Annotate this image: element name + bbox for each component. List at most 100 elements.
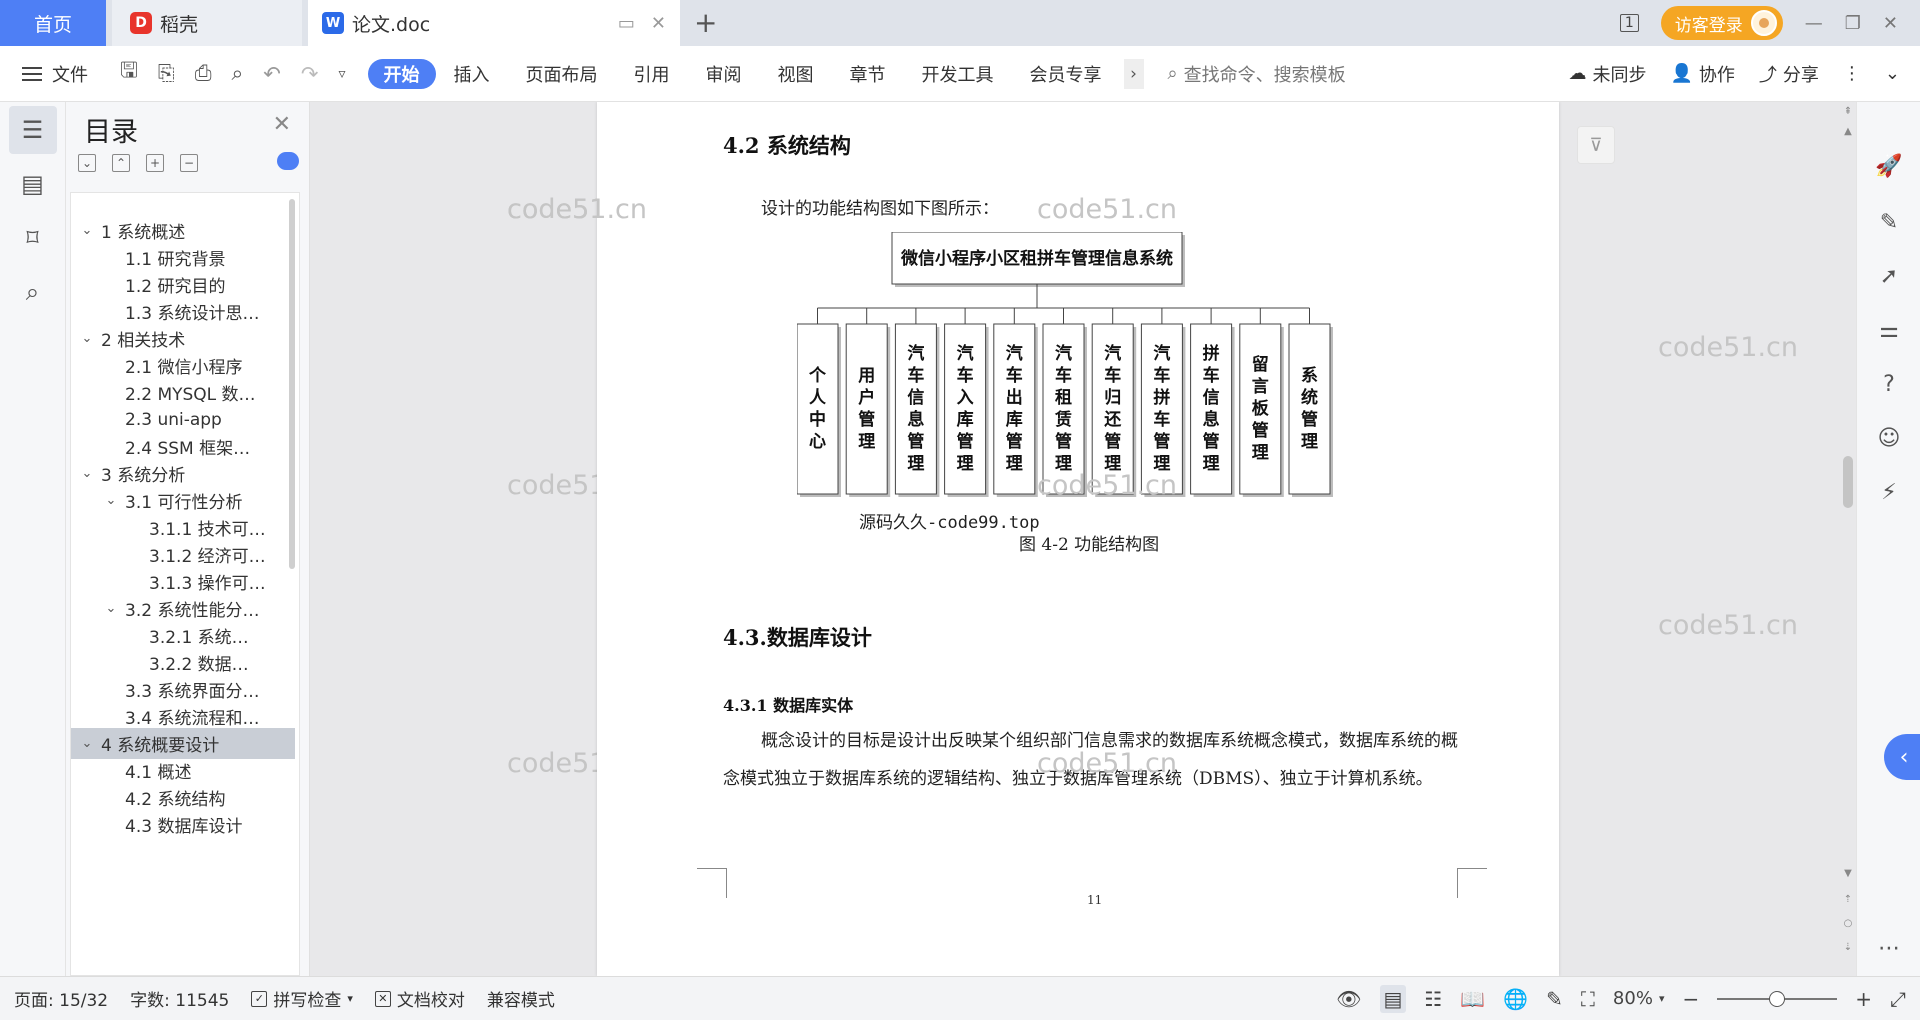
proofread-button[interactable]: ✕ 文档校对 bbox=[374, 986, 465, 1011]
visitor-login-button[interactable]: 访客登录 bbox=[1660, 6, 1783, 40]
collapse-ribbon-icon[interactable]: ⌄ bbox=[1885, 63, 1900, 84]
scroll-top-icon[interactable]: ⇞ bbox=[1842, 106, 1854, 117]
watermark: code51.cn bbox=[1037, 194, 1178, 225]
tab-daoke[interactable]: D 稻壳 bbox=[112, 0, 302, 46]
float-window-icon[interactable]: ▭ bbox=[618, 13, 635, 34]
ribbon-tab-start[interactable]: 开始 bbox=[367, 58, 436, 89]
scroll-down-icon[interactable]: ▼ bbox=[1842, 868, 1854, 879]
chevron-down-icon[interactable]: ⌄ bbox=[103, 601, 119, 616]
undo-icon[interactable]: ↶ bbox=[263, 62, 281, 86]
find-icon[interactable]: ⌕ bbox=[9, 268, 57, 316]
page-counter[interactable]: 页面: 15/32 bbox=[14, 986, 108, 1011]
toc-item-label: 3.2 系统性能分… bbox=[125, 601, 260, 621]
toc-panel-icon[interactable]: ☰ bbox=[8, 106, 57, 154]
zoom-slider-knob[interactable] bbox=[1769, 990, 1786, 1007]
ribbon-tab-member[interactable]: 会员专享 bbox=[1012, 61, 1120, 87]
print-icon[interactable]: ⎙ bbox=[195, 61, 212, 86]
rocket-icon[interactable]: 🚀 bbox=[1869, 146, 1909, 186]
ribbon-more-icon[interactable]: › bbox=[1123, 58, 1144, 89]
page-filter-icon[interactable]: ⊽ bbox=[1577, 126, 1615, 164]
zoom-slider[interactable] bbox=[1717, 990, 1838, 1007]
chapter-nav-icon[interactable]: ▤ bbox=[9, 160, 57, 208]
more-options-icon[interactable]: ⋮ bbox=[1843, 63, 1861, 84]
toc-item-label: 1 系统概述 bbox=[101, 223, 186, 243]
file-menu-label: 文件 bbox=[52, 64, 88, 86]
chevron-down-icon[interactable]: ⌄ bbox=[79, 466, 95, 481]
toc-item-label: 2.2 MYSQL 数… bbox=[125, 385, 256, 405]
chevron-down-icon[interactable]: ⌄ bbox=[103, 493, 119, 508]
pen-icon[interactable]: ✎ bbox=[1869, 202, 1909, 242]
outline-view-icon[interactable]: ☷ bbox=[1424, 987, 1442, 1011]
more-tools-icon[interactable]: ⋯ bbox=[1869, 928, 1909, 968]
avatar bbox=[1750, 10, 1777, 36]
dropdown-icon: ▾ bbox=[1658, 992, 1665, 1005]
bookmark-icon[interactable]: ⌑ bbox=[9, 214, 57, 262]
select-cursor-icon[interactable]: ➚ bbox=[1869, 256, 1909, 296]
document-scrollbar[interactable]: ⇞ ▲ ▼ ⇡ ○ ⇣ bbox=[1840, 102, 1856, 976]
diagram-root-label: 微信小程序小区租拼车管理信息系统 bbox=[900, 248, 1173, 269]
ribbon-tab-chapter[interactable]: 章节 bbox=[832, 61, 904, 87]
eye-protection-icon[interactable]: 👁 bbox=[1336, 987, 1361, 1011]
close-window-icon[interactable]: ✕ bbox=[1883, 13, 1898, 34]
close-toc-icon[interactable]: ✕ bbox=[273, 112, 291, 137]
ribbon-tab-view[interactable]: 视图 bbox=[760, 61, 832, 87]
fit-page-icon[interactable]: ⛶ bbox=[1581, 987, 1595, 1011]
prev-page-icon[interactable]: ⇡ bbox=[1842, 894, 1854, 905]
customize-toolbar-icon[interactable]: ▿ bbox=[339, 66, 346, 82]
toc-item-label: 2.1 微信小程序 bbox=[125, 358, 243, 378]
print-preview-icon[interactable]: ⌕ bbox=[232, 61, 244, 86]
tab-document[interactable]: W 论文.doc ▭ ✕ bbox=[308, 0, 680, 46]
writing-mode-icon[interactable]: ✎ bbox=[1546, 987, 1563, 1011]
ai-assistant-icon[interactable]: ☺ bbox=[1869, 418, 1909, 458]
energy-icon[interactable]: ⚡ bbox=[1869, 472, 1909, 512]
save-icon[interactable]: 🖫 bbox=[120, 56, 138, 91]
restore-icon[interactable]: ❐ bbox=[1845, 13, 1861, 34]
ribbon-tab-page-layout[interactable]: 页面布局 bbox=[508, 61, 616, 87]
document-page[interactable]: 4.2 系统结构 设计的功能结构图如下图所示： 微信小程序小区租拼车管理信息系统… bbox=[507, 102, 1559, 976]
close-tab-icon[interactable]: ✕ bbox=[651, 13, 666, 34]
new-tab-button[interactable]: + bbox=[694, 6, 717, 39]
page-view-icon[interactable]: ▤ bbox=[1379, 984, 1407, 1013]
fullscreen-icon[interactable]: ⤢ bbox=[1890, 987, 1906, 1011]
next-page-icon[interactable]: ⇣ bbox=[1842, 942, 1854, 953]
toc-item[interactable]: 4.3 数据库设计 bbox=[71, 809, 295, 840]
add-heading-icon[interactable]: + bbox=[146, 154, 164, 172]
redo-icon[interactable]: ↷ bbox=[301, 62, 319, 86]
collapse-all-icon[interactable]: ⌃ bbox=[112, 154, 130, 172]
help-icon[interactable]: ? bbox=[1869, 364, 1909, 404]
ribbon-tab-review[interactable]: 审阅 bbox=[688, 61, 760, 87]
toc-item-label: 2.4 SSM 框架… bbox=[125, 439, 251, 459]
expand-all-icon[interactable]: ⌄ bbox=[78, 154, 96, 172]
page-layout-indicator-icon[interactable]: 1 bbox=[1619, 14, 1639, 32]
zoom-in-icon[interactable]: + bbox=[1855, 987, 1872, 1011]
sliders-icon[interactable]: ⚌ bbox=[1869, 310, 1909, 350]
zoom-select[interactable]: 80% ▾ bbox=[1613, 988, 1665, 1009]
scroll-up-icon[interactable]: ▲ bbox=[1842, 126, 1854, 137]
chevron-down-icon[interactable]: ⌄ bbox=[79, 736, 95, 751]
remove-heading-icon[interactable]: − bbox=[180, 154, 198, 172]
spellcheck-button[interactable]: ✓ 拼写检查 ▾ bbox=[251, 986, 353, 1011]
reading-view-icon[interactable]: 📖 bbox=[1460, 987, 1485, 1011]
collaborate-button[interactable]: 👤 协作 bbox=[1670, 61, 1734, 87]
page-select-icon[interactable]: ○ bbox=[1842, 918, 1854, 929]
export-icon[interactable]: ⎘ bbox=[158, 61, 175, 86]
sync-status-button[interactable]: ☁ 未同步 bbox=[1568, 61, 1646, 87]
ribbon-tabs: 开始 插入 页面布局 引用 审阅 视图 章节 开发工具 会员专享 › bbox=[367, 58, 1144, 89]
minimize-icon[interactable]: — bbox=[1805, 13, 1823, 34]
web-view-icon[interactable]: 🌐 bbox=[1503, 987, 1528, 1011]
word-count[interactable]: 字数: 11545 bbox=[130, 986, 229, 1011]
toc-scrollbar[interactable] bbox=[289, 199, 295, 569]
ribbon-tab-developer[interactable]: 开发工具 bbox=[904, 61, 1012, 87]
ribbon-tab-references[interactable]: 引用 bbox=[616, 61, 688, 87]
command-search-input[interactable]: ⌕ 查找命令、搜索模板 bbox=[1168, 61, 1346, 87]
ribbon-tab-insert[interactable]: 插入 bbox=[436, 61, 508, 87]
scroll-thumb[interactable] bbox=[1843, 456, 1853, 508]
tab-home[interactable]: 首页 bbox=[0, 0, 106, 46]
share-button[interactable]: ⤴ 分享 bbox=[1759, 61, 1819, 87]
toc-mode-toggle[interactable] bbox=[277, 152, 299, 170]
chevron-down-icon[interactable]: ⌄ bbox=[79, 331, 95, 346]
file-menu-button[interactable]: 文件 bbox=[0, 61, 110, 87]
share-label: 分享 bbox=[1782, 64, 1819, 86]
zoom-out-icon[interactable]: − bbox=[1682, 987, 1699, 1011]
chevron-down-icon[interactable]: ⌄ bbox=[79, 223, 95, 238]
